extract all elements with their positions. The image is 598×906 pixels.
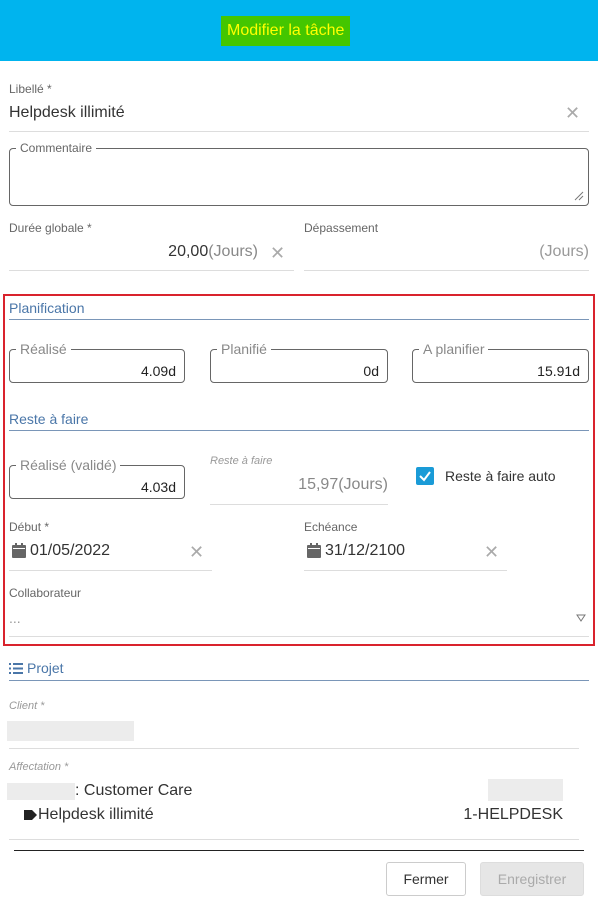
close-icon[interactable]: ✕ — [565, 104, 580, 122]
debut-label: Début * — [9, 520, 50, 534]
a-planifier-label: A planifier — [419, 341, 489, 357]
projet-divider — [9, 680, 589, 681]
reste-auto-checkbox[interactable] — [416, 467, 434, 485]
task-name: Helpdesk illimité — [38, 806, 154, 823]
reste-a-faire-underline — [210, 504, 388, 505]
planifie-label: Planifié — [217, 341, 271, 357]
depassement-unit: (Jours) — [539, 243, 589, 260]
affectation-name: : Customer Care — [75, 782, 193, 799]
check-icon — [419, 471, 431, 482]
dialog-title: Modifier la tâche — [221, 16, 351, 46]
resize-grip-icon[interactable] — [574, 191, 584, 201]
duree-value: 20,00 — [168, 243, 209, 260]
affectation-code-redacted — [488, 779, 563, 801]
planifie-value: 0d — [363, 363, 379, 379]
echeance-underline — [304, 570, 507, 571]
realise-valide-label: Réalisé (validé) — [16, 457, 121, 473]
reste-a-faire-unit: (Jours) — [338, 476, 388, 493]
libelle-input[interactable]: Helpdesk illimité — [9, 104, 125, 122]
realise-valide-field: Réalisé (validé) 4.03d — [9, 457, 185, 499]
a-planifier-value: 15.91d — [537, 363, 580, 379]
libelle-underline — [9, 131, 589, 132]
reste-auto-label: Reste à faire auto — [445, 468, 556, 484]
close-icon[interactable]: ✕ — [484, 543, 499, 561]
calendar-icon[interactable] — [12, 543, 26, 558]
dialog-header: Modifier la tâche — [0, 0, 598, 61]
tag-icon — [24, 810, 37, 820]
a-planifier-field: A planifier 15.91d — [412, 341, 589, 383]
client-redacted — [7, 721, 134, 741]
reste-title: Reste à faire — [9, 411, 89, 427]
list-icon — [9, 663, 23, 674]
echeance-label: Echéance — [304, 520, 358, 534]
planifie-field: Planifié 0d — [210, 341, 388, 383]
dropdown-arrow-icon[interactable] — [576, 614, 586, 622]
commentaire-label: Commentaire — [16, 140, 97, 156]
realise-label: Réalisé — [16, 341, 71, 357]
duree-label: Durée globale * — [9, 221, 92, 235]
reste-divider — [9, 430, 589, 431]
projet-title: Projet — [27, 660, 64, 676]
task-code: 1-HELPDESK — [463, 806, 563, 823]
reste-a-faire-label: Reste à faire — [210, 455, 273, 467]
affectation-redacted — [7, 783, 75, 800]
commentaire-field[interactable]: Commentaire — [9, 140, 589, 206]
collaborateur-underline — [9, 636, 589, 637]
duree-unit: (Jours) — [208, 243, 258, 260]
collaborateur-label: Collaborateur — [9, 586, 82, 600]
depassement-underline — [304, 270, 589, 271]
debut-underline — [9, 570, 212, 571]
libelle-label: Libellé * — [9, 82, 52, 96]
client-underline — [9, 748, 579, 749]
planification-title: Planification — [9, 300, 85, 316]
client-label: Client * — [9, 700, 45, 712]
save-button[interactable]: Enregistrer — [480, 862, 584, 896]
depassement-label: Dépassement — [304, 221, 379, 235]
close-button[interactable]: Fermer — [386, 862, 466, 896]
realise-field: Réalisé 4.09d — [9, 341, 185, 383]
planification-divider — [9, 319, 589, 320]
debut-input[interactable]: 01/05/2022 — [30, 542, 110, 560]
close-icon[interactable]: ✕ — [270, 244, 285, 262]
affectation-label: Affectation * — [9, 761, 69, 773]
reste-a-faire-input: 15,97(Jours) — [210, 476, 388, 494]
footer-divider — [14, 850, 584, 851]
duree-underline — [9, 270, 294, 271]
collaborateur-select[interactable]: ... — [9, 610, 21, 626]
duree-input[interactable]: 20,00(Jours) — [9, 243, 258, 261]
realise-valide-value: 4.03d — [140, 479, 176, 495]
calendar-icon[interactable] — [307, 543, 321, 558]
echeance-input[interactable]: 31/12/2100 — [325, 542, 405, 560]
affectation-underline — [9, 839, 579, 840]
close-icon[interactable]: ✕ — [189, 543, 204, 561]
realise-value: 4.09d — [140, 363, 176, 379]
depassement-input[interactable]: (Jours) — [304, 243, 589, 261]
reste-a-faire-value: 15,97 — [298, 476, 339, 493]
